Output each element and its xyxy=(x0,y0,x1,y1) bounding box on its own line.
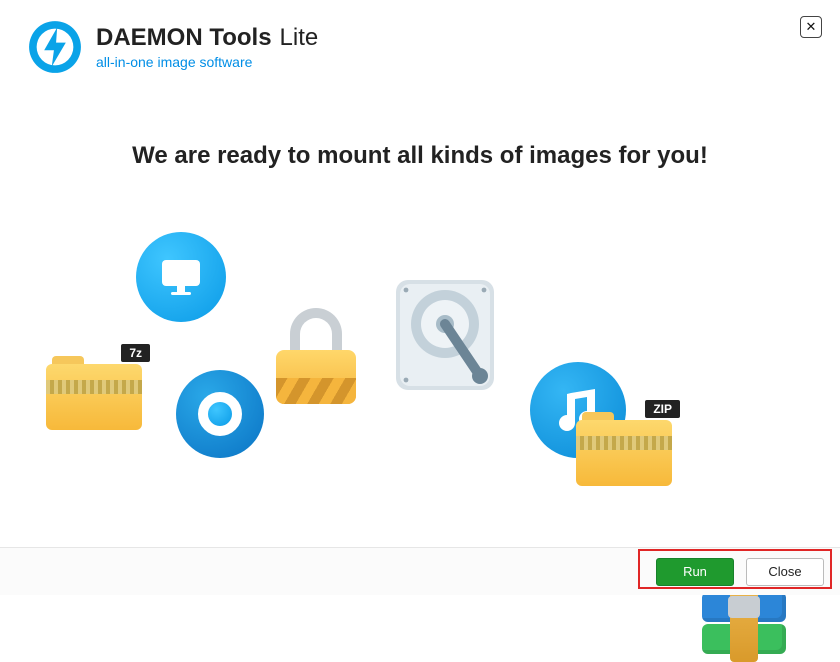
close-button-label: Close xyxy=(768,564,801,579)
footer-bar: Run Close xyxy=(0,547,840,595)
title-block: DAEMON Tools Lite all-in-one image softw… xyxy=(96,24,318,70)
app-subtitle: all-in-one image software xyxy=(96,54,318,70)
close-button[interactable]: Close xyxy=(746,558,824,586)
lock-icon xyxy=(276,308,356,404)
close-icon: ✕ xyxy=(806,19,817,35)
run-button-label: Run xyxy=(683,564,707,579)
archive-7z-icon: 7z xyxy=(46,356,142,430)
app-title-strong: DAEMON Tools xyxy=(96,24,272,52)
badge-7z: 7z xyxy=(121,344,150,362)
app-title-light: Lite xyxy=(280,24,319,52)
hard-drive-icon xyxy=(390,276,500,394)
badge-zip: ZIP xyxy=(645,400,680,418)
disc-target-icon xyxy=(176,370,264,458)
app-logo-icon xyxy=(28,20,82,74)
archive-zip-icon: ZIP xyxy=(576,412,672,486)
headline-text: We are ready to mount all kinds of image… xyxy=(0,142,840,170)
installer-window: ✕ DAEMON Tools Lite all-in-one image sof… xyxy=(0,0,840,595)
window-close-button[interactable]: ✕ xyxy=(800,16,822,38)
header: DAEMON Tools Lite all-in-one image softw… xyxy=(0,0,840,74)
run-button[interactable]: Run xyxy=(656,558,734,586)
disc-image-icon xyxy=(136,232,226,322)
icon-canvas: 7z xyxy=(0,186,840,496)
